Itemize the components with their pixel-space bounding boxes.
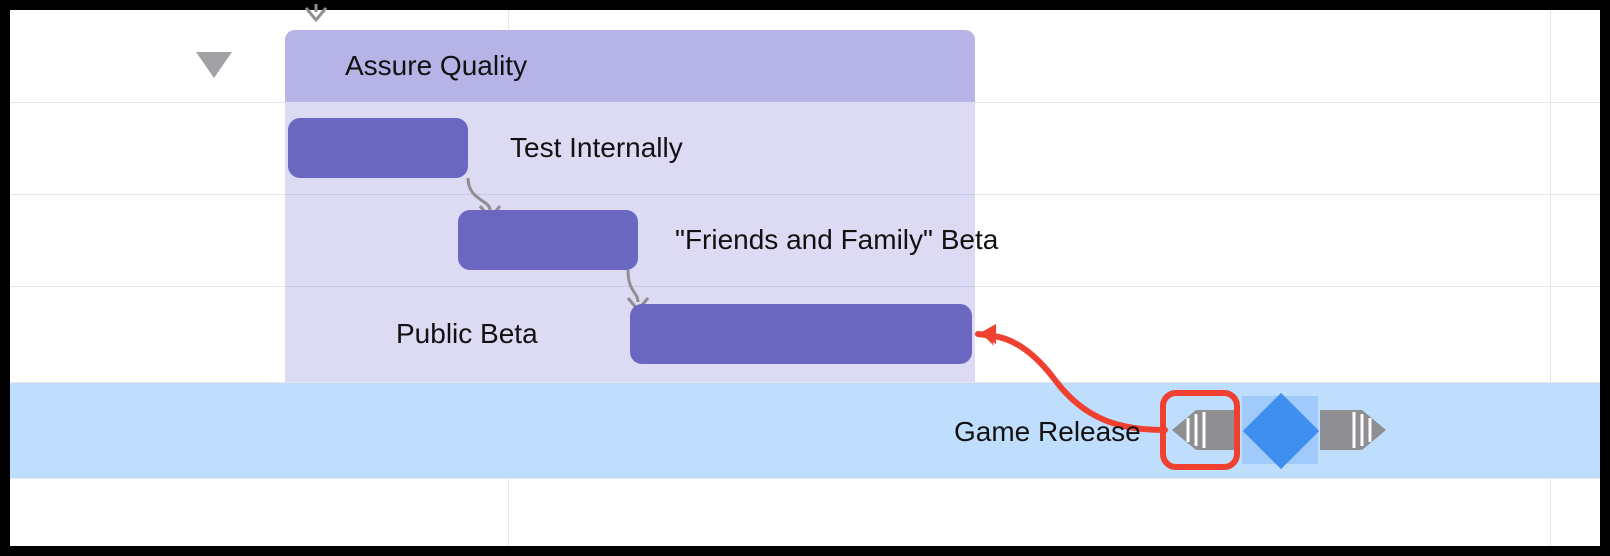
task-group-header[interactable]: Assure Quality: [285, 30, 975, 102]
milestone-drag-handle-right[interactable]: [1320, 402, 1390, 458]
task-bar-public-beta[interactable]: [630, 304, 972, 364]
collapse-triangle-icon[interactable]: [196, 52, 232, 78]
task-bar-test-internally[interactable]: [288, 118, 468, 178]
gantt-row: [10, 478, 1600, 546]
task-label: Test Internally: [510, 132, 683, 164]
group-row-separator: [285, 286, 975, 287]
milestone-drag-handle-left[interactable]: [1168, 402, 1238, 458]
task-label: Public Beta: [396, 318, 538, 350]
task-bar-friends-family-beta[interactable]: [458, 210, 638, 270]
milestone-label: Game Release: [954, 416, 1141, 448]
task-group-title: Assure Quality: [345, 50, 527, 82]
task-label: "Friends and Family" Beta: [675, 224, 998, 256]
group-row-separator: [285, 194, 975, 195]
